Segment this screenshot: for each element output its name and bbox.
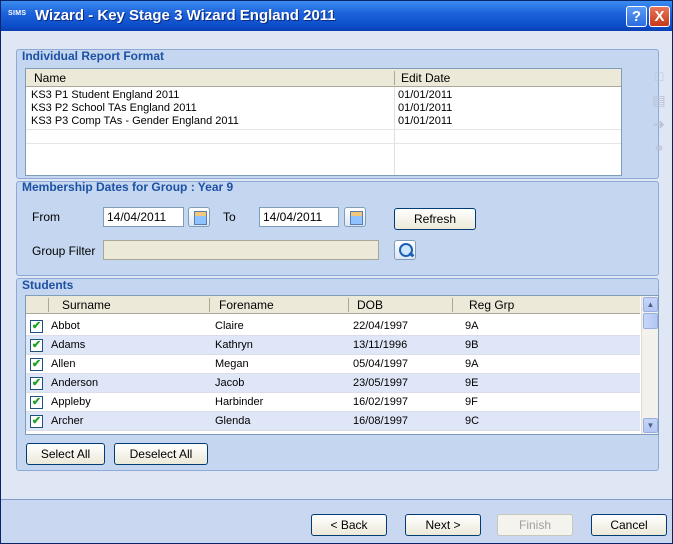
student-forename: Megan — [215, 358, 249, 370]
student-row[interactable]: ✔ Allen Megan 05/04/1997 9A — [26, 355, 640, 374]
column-header-name[interactable]: Name — [34, 71, 66, 85]
close-button[interactable]: X — [649, 6, 670, 27]
report-name: KS3 P3 Comp TAs - Gender England 2011 — [31, 115, 239, 127]
column-header-edit-date[interactable]: Edit Date — [401, 71, 450, 85]
from-calendar-icon[interactable] — [188, 207, 210, 227]
report-format-header: Name Edit Date — [26, 69, 621, 87]
report-name: KS3 P1 Student England 2011 — [31, 89, 180, 101]
column-header-dob[interactable]: DOB — [357, 298, 383, 312]
student-checkbox[interactable]: ✔ — [30, 358, 43, 371]
student-forename: Harbinder — [215, 396, 264, 408]
sims-logo: SIMS — [8, 10, 27, 17]
student-reg-grp: 9B — [465, 339, 479, 351]
search-icon[interactable] — [394, 240, 416, 260]
column-header-reg-grp[interactable]: Reg Grp — [469, 298, 514, 312]
preview-icon[interactable]: □ — [651, 68, 667, 84]
group-filter-field[interactable] — [103, 240, 379, 260]
wizard-window: SIMS Wizard - Key Stage 3 Wizard England… — [0, 0, 673, 544]
student-row[interactable]: ✔ Adams Kathryn 13/11/1996 9B — [26, 336, 640, 355]
student-forename: Kathryn — [215, 339, 253, 351]
from-label: From — [32, 210, 60, 224]
student-surname: Abbot — [51, 320, 80, 332]
students-panel: Students Surname Forename DOB Reg Grp ✔ … — [16, 278, 659, 471]
finish-button[interactable]: Finish — [497, 514, 573, 536]
student-forename: Jacob — [215, 377, 245, 389]
student-dob: 13/11/1996 — [353, 339, 408, 351]
membership-title: Membership Dates for Group : Year 9 — [22, 180, 234, 194]
window-title: Wizard - Key Stage 3 Wizard England 2011 — [35, 7, 336, 24]
title-bar: SIMS Wizard - Key Stage 3 Wizard England… — [1, 1, 672, 31]
report-row[interactable]: KS3 P1 Student England 2011 01/01/2011 — [26, 89, 621, 103]
report-edit-date: 01/01/2011 — [398, 115, 453, 127]
scroll-thumb[interactable] — [643, 313, 658, 329]
student-surname: Adams — [51, 339, 86, 351]
to-calendar-icon[interactable] — [344, 207, 366, 227]
column-header-forename[interactable]: Forename — [219, 298, 274, 312]
student-reg-grp: 9A — [465, 320, 479, 332]
wizard-footer: < Back Next > Finish Cancel — [1, 499, 672, 543]
student-forename: Claire — [215, 320, 244, 332]
student-row[interactable]: ✔ Archer Glenda 16/08/1997 9C — [26, 412, 640, 431]
group-filter-label: Group Filter — [32, 244, 96, 258]
student-checkbox[interactable]: ✔ — [30, 320, 43, 333]
report-name: KS3 P2 School TAs England 2011 — [31, 102, 197, 114]
export-icon[interactable]: ➜ — [651, 116, 667, 132]
report-row[interactable]: KS3 P2 School TAs England 2011 01/01/201… — [26, 102, 621, 116]
student-checkbox[interactable]: ✔ — [30, 415, 43, 428]
report-format-grid[interactable]: Name Edit Date KS3 P1 Student England 20… — [25, 68, 622, 176]
students-title: Students — [22, 278, 74, 292]
next-button[interactable]: Next > — [405, 514, 481, 536]
students-header: Surname Forename DOB Reg Grp — [26, 296, 640, 314]
cancel-button[interactable]: Cancel — [591, 514, 667, 536]
print-icon[interactable]: ▤ — [651, 92, 667, 108]
student-dob: 23/05/1997 — [353, 377, 409, 389]
from-date-field[interactable]: 14/04/2011 — [103, 207, 184, 227]
help-button[interactable]: ? — [626, 6, 647, 27]
student-row[interactable]: ✔ Appleby Harbinder 16/02/1997 9F — [26, 393, 640, 412]
student-surname: Allen — [51, 358, 76, 370]
report-edit-date: 01/01/2011 — [398, 102, 453, 114]
student-dob: 22/04/1997 — [353, 320, 409, 332]
student-checkbox[interactable]: ✔ — [30, 377, 43, 390]
scroll-up-icon[interactable]: ▲ — [643, 297, 658, 312]
to-label: To — [223, 210, 236, 224]
student-forename: Glenda — [215, 415, 251, 427]
student-reg-grp: 9E — [465, 377, 479, 389]
select-all-button[interactable]: Select All — [26, 443, 105, 465]
report-format-title: Individual Report Format — [22, 49, 165, 63]
scroll-down-icon[interactable]: ▼ — [643, 418, 658, 433]
deselect-all-button[interactable]: Deselect All — [114, 443, 208, 465]
report-row[interactable]: KS3 P3 Comp TAs - Gender England 2011 01… — [26, 115, 621, 129]
student-reg-grp: 9F — [465, 396, 478, 408]
link-icon[interactable]: ⚭ — [651, 140, 667, 156]
student-row[interactable]: ✔ Abbot Claire 22/04/1997 9A — [26, 317, 640, 336]
student-reg-grp: 9A — [465, 358, 479, 370]
student-dob: 16/02/1997 — [353, 396, 409, 408]
to-date-field[interactable]: 14/04/2011 — [259, 207, 339, 227]
student-reg-grp: 9C — [465, 415, 480, 427]
student-dob: 05/04/1997 — [353, 358, 409, 370]
membership-panel: Membership Dates for Group : Year 9 From… — [16, 180, 659, 276]
refresh-button[interactable]: Refresh — [394, 208, 476, 230]
students-grid[interactable]: Surname Forename DOB Reg Grp ✔ Abbot Cla… — [25, 295, 659, 435]
report-edit-date: 01/01/2011 — [398, 89, 453, 101]
column-header-surname[interactable]: Surname — [62, 298, 111, 312]
report-format-panel: Individual Report Format Name Edit Date … — [16, 49, 666, 179]
student-surname: Anderson — [51, 377, 99, 389]
student-checkbox[interactable]: ✔ — [30, 396, 43, 409]
student-checkbox[interactable]: ✔ — [30, 339, 43, 352]
student-surname: Appleby — [51, 396, 91, 408]
student-row[interactable]: ✔ Anderson Jacob 23/05/1997 9E — [26, 374, 640, 393]
student-dob: 16/08/1997 — [353, 415, 409, 427]
back-button[interactable]: < Back — [311, 514, 387, 536]
students-scrollbar[interactable]: ▲ ▼ — [641, 296, 658, 434]
student-surname: Archer — [51, 415, 84, 427]
